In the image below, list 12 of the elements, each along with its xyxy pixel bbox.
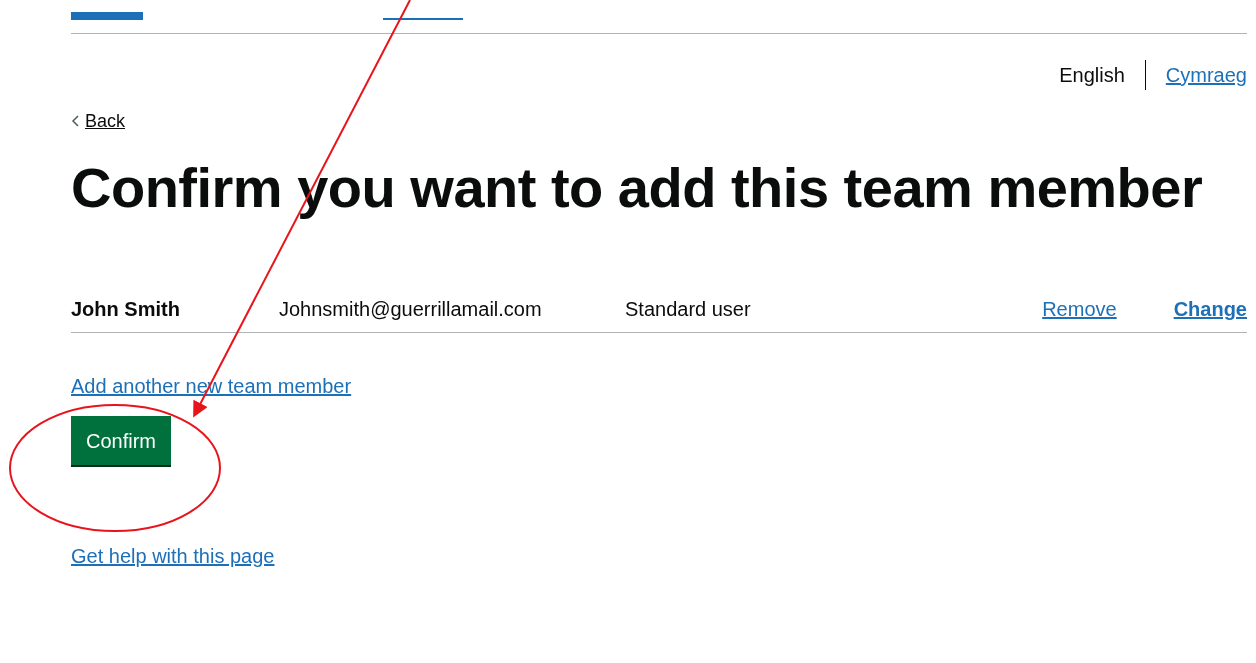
change-link[interactable]: Change bbox=[1173, 294, 1247, 324]
back-link[interactable]: Back bbox=[85, 107, 126, 135]
current-language: English bbox=[1059, 63, 1125, 88]
help-link[interactable]: Get help with this page bbox=[71, 541, 275, 571]
chevron-left-icon bbox=[71, 115, 79, 127]
remove-link[interactable]: Remove bbox=[1042, 294, 1117, 324]
member-role: Standard user bbox=[625, 297, 752, 322]
member-email: Johnsmith@guerrillamail.com bbox=[279, 297, 543, 322]
confirm-button[interactable]: Confirm bbox=[71, 416, 171, 465]
member-name: John Smith bbox=[71, 297, 181, 322]
language-link[interactable]: Cymraeg bbox=[1165, 60, 1247, 90]
tag bbox=[71, 12, 143, 20]
